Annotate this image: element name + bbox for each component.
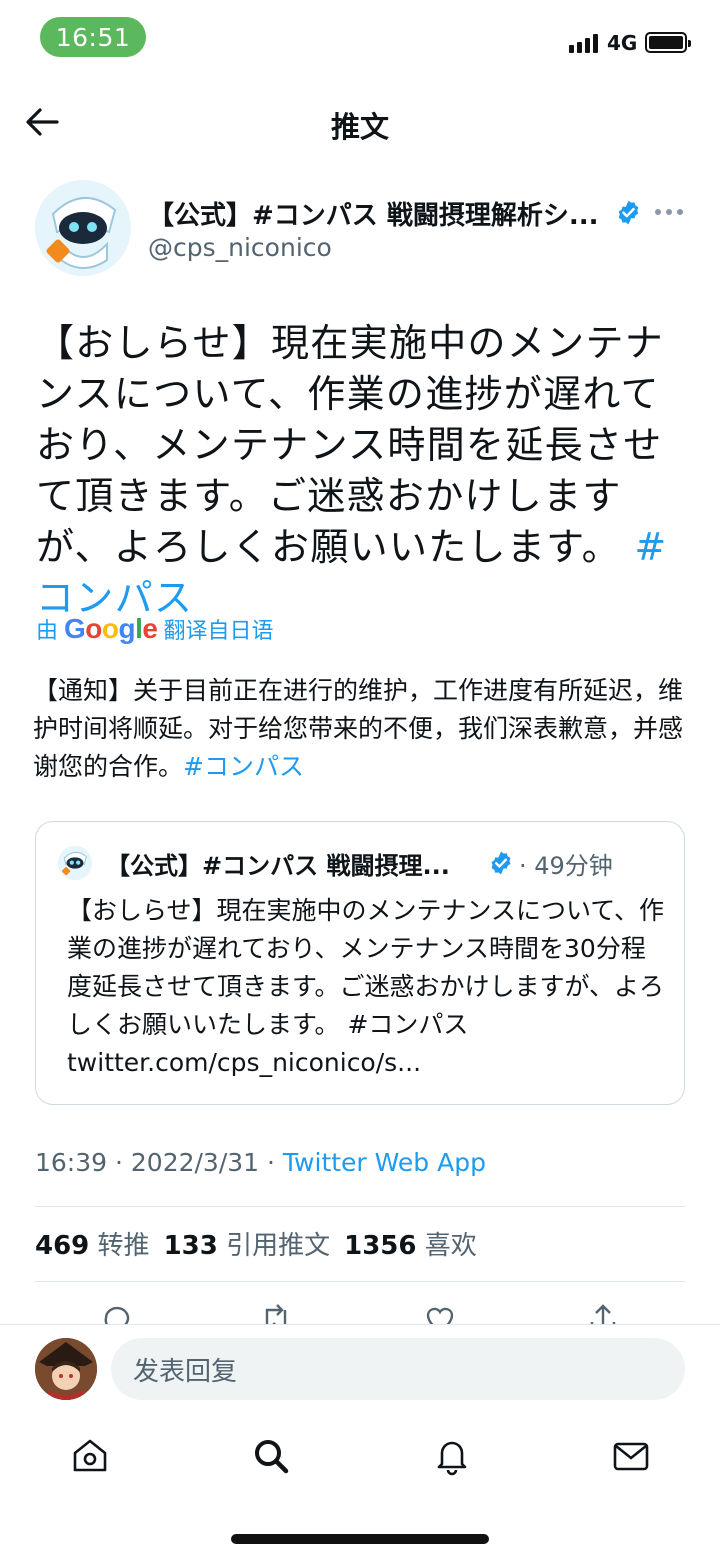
quotes-label: 引用推文 <box>226 1231 331 1261</box>
page-title: 推文 <box>330 110 389 144</box>
status-time: 16:51 <box>40 17 146 57</box>
divider <box>35 1281 685 1282</box>
share-icon[interactable] <box>586 1302 620 1324</box>
battery-icon <box>645 32 691 53</box>
author-name[interactable]: 【公式】#コンパス 戦闘摂理解析シ... <box>148 195 598 232</box>
translated-hashtag-link[interactable]: #コンパス <box>183 752 304 781</box>
quotes-stat[interactable]: 133 引用推文 <box>164 1225 331 1262</box>
tweet-timestamp: 16:39 · 2022/3/31 · <box>35 1148 283 1177</box>
translation-suffix: 翻译自日语 <box>163 619 274 644</box>
robot-avatar-icon <box>35 180 131 276</box>
author-handle[interactable]: @cps_niconico <box>148 233 332 262</box>
likes-label: 喜欢 <box>424 1231 477 1261</box>
top-bar: 推文 <box>0 90 720 154</box>
like-icon[interactable] <box>423 1302 457 1324</box>
tweet-meta: 16:39 · 2022/3/31 · Twitter Web App <box>35 1148 486 1177</box>
retweets-stat[interactable]: 469 转推 <box>35 1225 150 1262</box>
likes-count: 1356 <box>344 1231 417 1261</box>
retweet-icon[interactable] <box>259 1302 293 1324</box>
status-bar: 16:51 4G <box>0 0 720 80</box>
retweets-label: 转推 <box>97 1231 150 1261</box>
reply-icon[interactable] <box>100 1302 134 1324</box>
translated-body: 【通知】关于目前正在进行的维护，工作进度有所延迟，维护时间将顺延。对于给您带来的… <box>33 676 684 781</box>
tweet-body: 【おしらせ】現在実施中のメンテナンスについて、作業の進捗が遅れており、メンテナン… <box>36 321 665 569</box>
quoted-tweet-time: · 49分钟 <box>519 852 613 880</box>
author-avatar[interactable] <box>35 180 131 276</box>
user-avatar[interactable] <box>35 1338 97 1400</box>
translation-attribution[interactable]: 由 Google 翻译自日语 <box>36 613 274 645</box>
tweet-actions <box>0 1298 720 1324</box>
robot-avatar-icon <box>58 846 92 880</box>
user-avatar-icon <box>35 1338 97 1400</box>
more-options-button[interactable] <box>655 204 685 220</box>
translation-prefix: 由 <box>36 619 59 644</box>
tweet-text: 【おしらせ】現在実施中のメンテナンスについて、作業の進捗が遅れており、メンテナン… <box>36 318 691 624</box>
bottom-nav <box>0 1414 720 1504</box>
quoted-author-avatar <box>58 846 92 880</box>
quotes-count: 133 <box>163 1231 218 1261</box>
likes-stat[interactable]: 1356 喜欢 <box>344 1225 477 1262</box>
retweets-count: 469 <box>35 1231 90 1261</box>
verified-badge-icon <box>618 200 639 225</box>
verified-badge-icon <box>491 851 511 875</box>
reply-bar: 发表回复 <box>0 1324 720 1414</box>
search-icon[interactable] <box>251 1436 291 1476</box>
quoted-tweet-text: 【おしらせ】現在実施中のメンテナンスについて、作業の進捗が遅れており、メンテナン… <box>67 896 665 1077</box>
tweet-source-link[interactable]: Twitter Web App <box>283 1148 486 1177</box>
home-indicator[interactable] <box>231 1534 489 1544</box>
tweet-stats: 469 转推 133 引用推文 1356 喜欢 <box>35 1225 477 1262</box>
messages-icon[interactable] <box>611 1436 651 1476</box>
signal-icon <box>569 33 598 53</box>
google-logo: Google <box>64 613 158 644</box>
home-icon[interactable] <box>70 1436 110 1476</box>
network-type: 4G <box>607 31 638 55</box>
quoted-author-name: 【公式】#コンパス 戦闘摂理... <box>106 852 450 880</box>
divider <box>35 1206 685 1207</box>
reply-input[interactable]: 发表回复 <box>111 1338 685 1400</box>
notifications-icon[interactable] <box>432 1436 472 1476</box>
quoted-tweet-card[interactable]: 【公式】#コンパス 戦闘摂理... · 49分钟 【おしらせ】現在実施中のメンテ… <box>35 821 685 1105</box>
translated-text: 【通知】关于目前正在进行的维护，工作进度有所延迟，维护时间将顺延。对于给您带来的… <box>33 672 683 786</box>
